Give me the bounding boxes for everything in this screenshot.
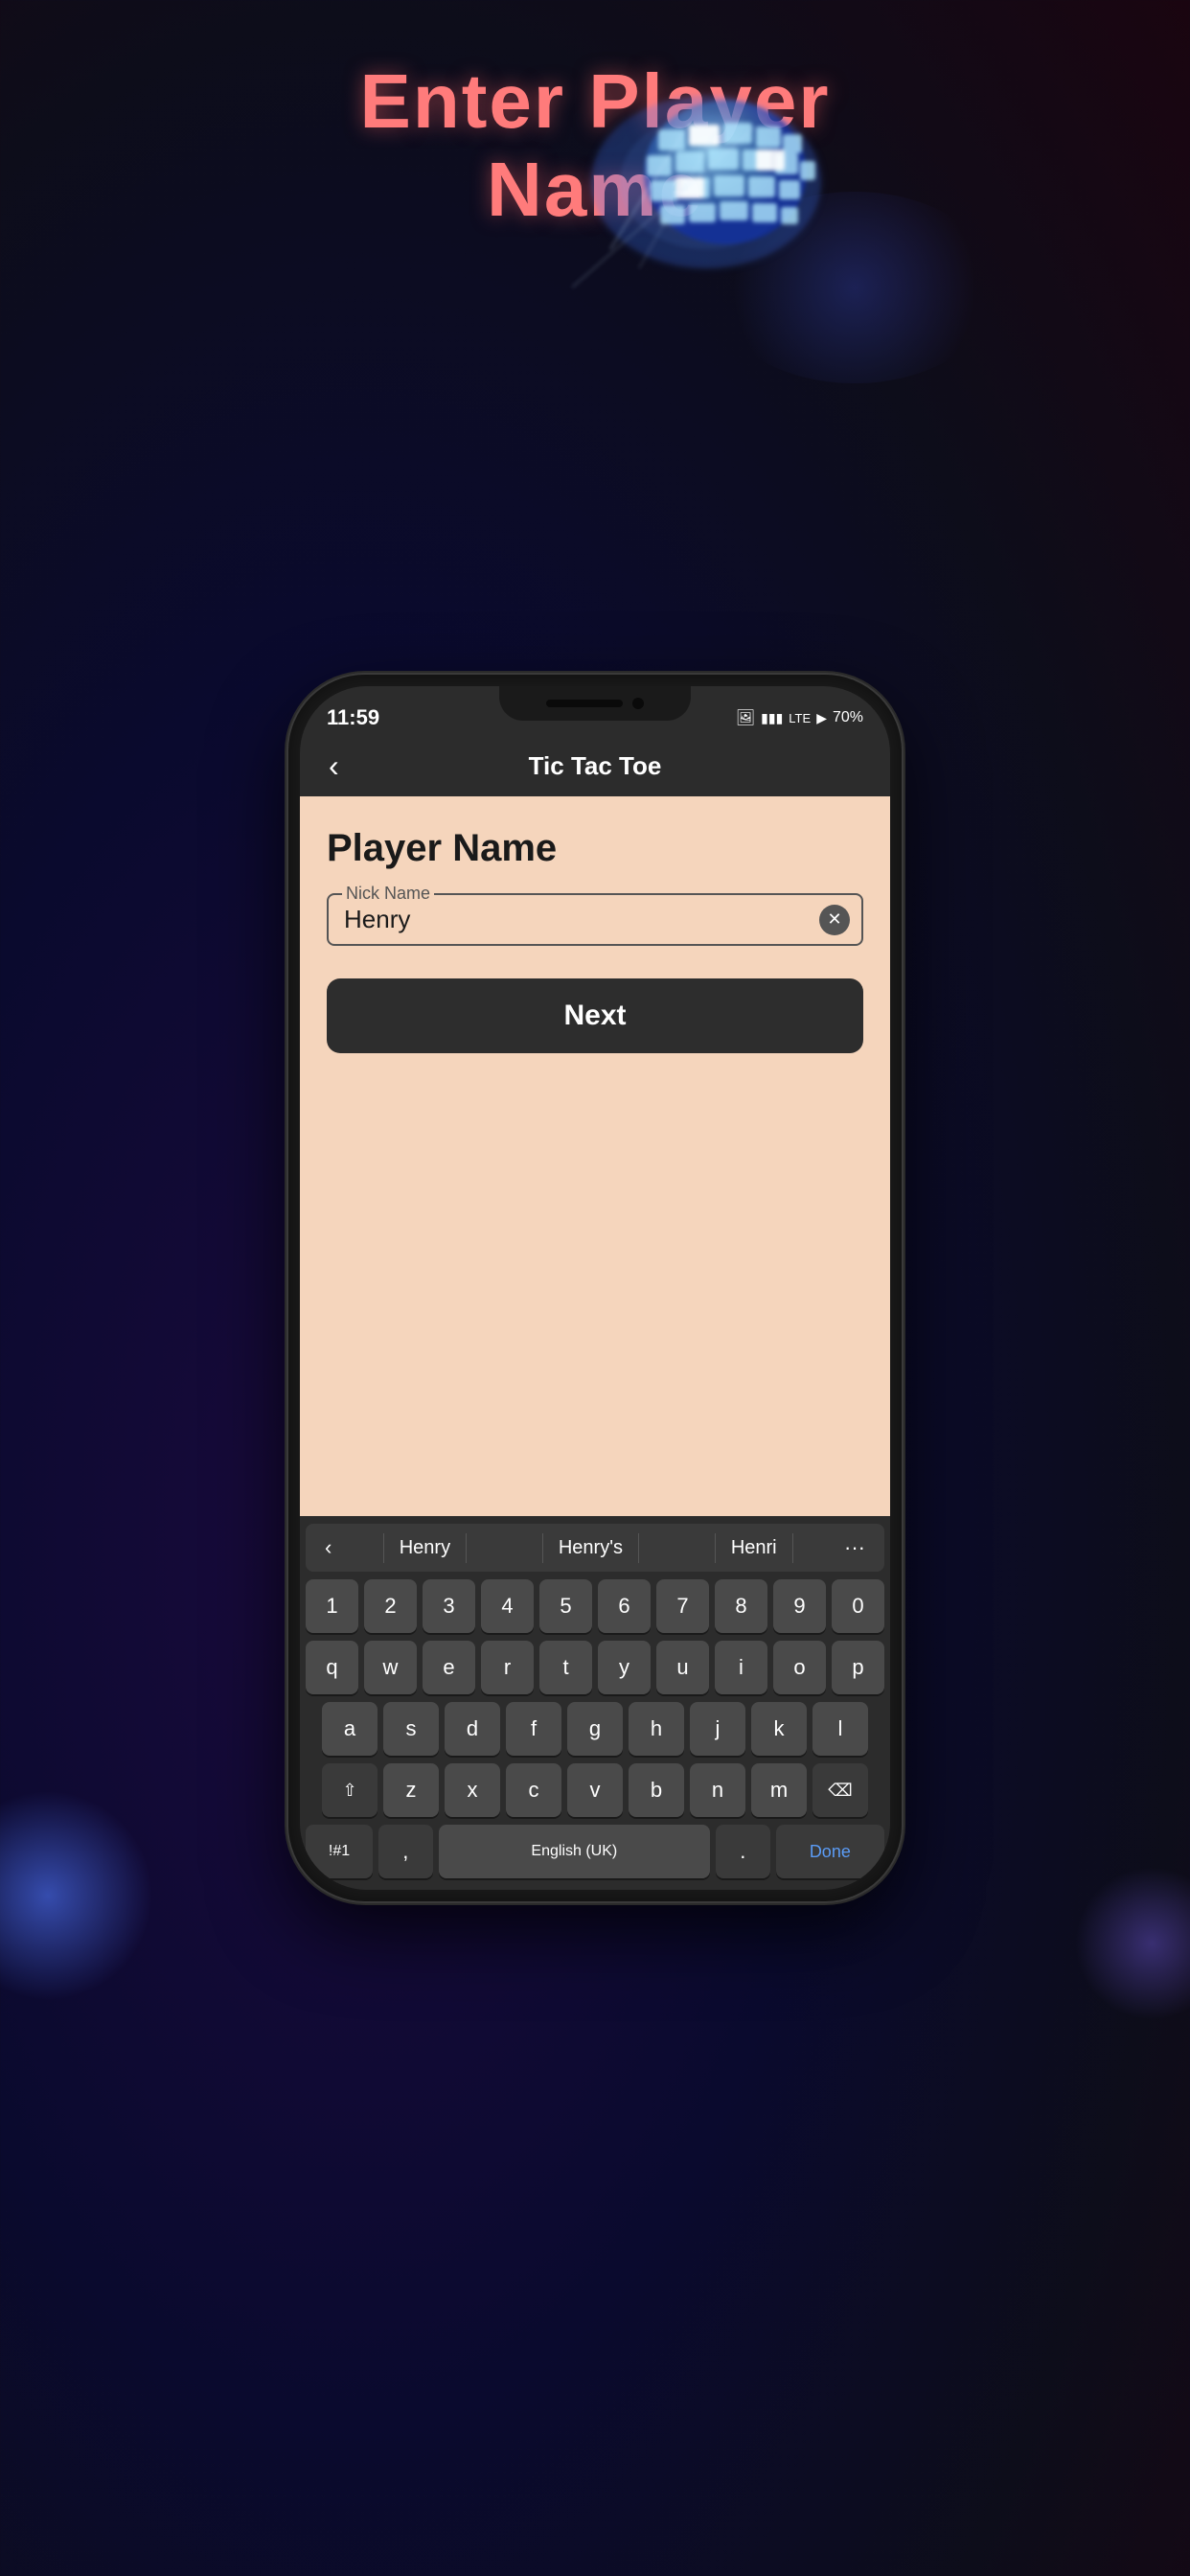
autocomplete-items: Henry Henry's Henri [345,1533,831,1563]
autocomplete-item-0[interactable]: Henry [383,1533,467,1563]
kb-row-zxcv: ⇧ z x c v b n m ⌫ [306,1763,884,1817]
lte-label: LTE [789,711,811,725]
kb-key-m[interactable]: m [751,1763,807,1817]
keyboard-rows: 1 2 3 4 5 6 7 8 9 0 q w e r t [306,1579,884,1878]
kb-row-numbers: 1 2 3 4 5 6 7 8 9 0 [306,1579,884,1633]
nickname-float-label: Nick Name [342,884,434,904]
camera [632,698,644,709]
phone-screen: 11:59 🖼 ▮▮▮ LTE ▶ 70% ‹ Tic Tac Toe Play… [300,686,890,1890]
kb-key-y[interactable]: y [598,1641,651,1694]
kb-key-l[interactable]: l [812,1702,868,1756]
kb-key-2[interactable]: 2 [364,1579,417,1633]
battery-label: 70% [833,709,863,726]
kb-key-p[interactable]: p [832,1641,884,1694]
kb-key-n[interactable]: n [690,1763,745,1817]
kb-done-key[interactable]: Done [776,1825,884,1878]
bg-glow-right [1075,1867,1190,2020]
kb-key-9[interactable]: 9 [773,1579,826,1633]
player-name-label: Player Name [327,827,863,870]
kb-key-4[interactable]: 4 [481,1579,534,1633]
kb-key-0[interactable]: 0 [832,1579,884,1633]
kb-row-qwerty: q w e r t y u i o p [306,1641,884,1694]
kb-shift-key[interactable]: ⇧ [322,1763,378,1817]
kb-key-o[interactable]: o [773,1641,826,1694]
kb-period-key[interactable]: . [716,1825,770,1878]
kb-key-5[interactable]: 5 [539,1579,592,1633]
kb-row-asdf: a s d f g h j k l [306,1702,884,1756]
signal-icon: ▮▮▮ [761,710,783,726]
kb-key-1[interactable]: 1 [306,1579,358,1633]
kb-key-3[interactable]: 3 [423,1579,475,1633]
kb-key-r[interactable]: r [481,1641,534,1694]
kb-sym-key[interactable]: !#1 [306,1825,373,1878]
kb-key-e[interactable]: e [423,1641,475,1694]
kb-key-h[interactable]: h [629,1702,684,1756]
kb-key-i[interactable]: i [715,1641,767,1694]
kb-key-s[interactable]: s [383,1702,439,1756]
kb-key-c[interactable]: c [506,1763,561,1817]
keyboard-area: ‹ Henry Henry's Henri ··· 1 2 3 4 5 6 [300,1516,890,1890]
status-icons: 🖼 ▮▮▮ LTE ▶ 70% [736,708,863,727]
back-button[interactable]: ‹ [319,745,349,788]
clear-input-button[interactable]: ✕ [819,905,850,935]
kb-key-k[interactable]: k [751,1702,807,1756]
kb-comma-key[interactable]: , [378,1825,433,1878]
status-time: 11:59 [327,705,379,730]
autocomplete-more-icon[interactable]: ··· [831,1531,879,1564]
app-header-title: Tic Tac Toe [529,751,662,781]
bg-glow-left [0,1790,153,2001]
content-area: Player Name Nick Name ✕ Next [300,796,890,1516]
kb-key-a[interactable]: a [322,1702,378,1756]
disco-ball [534,77,840,292]
kb-key-7[interactable]: 7 [656,1579,709,1633]
app-header: ‹ Tic Tac Toe [300,736,890,796]
kb-key-6[interactable]: 6 [598,1579,651,1633]
speaker [546,700,623,707]
kb-key-d[interactable]: d [445,1702,500,1756]
kb-key-u[interactable]: u [656,1641,709,1694]
kb-key-t[interactable]: t [539,1641,592,1694]
nickname-input-wrapper: Nick Name ✕ [327,893,863,946]
kb-key-j[interactable]: j [690,1702,745,1756]
kb-key-f[interactable]: f [506,1702,561,1756]
kb-key-q[interactable]: q [306,1641,358,1694]
notch [499,686,691,721]
wifi-icon: ▶ [816,710,827,726]
autocomplete-bar: ‹ Henry Henry's Henri ··· [306,1524,884,1572]
kb-key-w[interactable]: w [364,1641,417,1694]
gallery-icon: 🖼 [736,708,755,727]
phone-frame: 11:59 🖼 ▮▮▮ LTE ▶ 70% ‹ Tic Tac Toe Play… [288,675,902,1901]
kb-key-x[interactable]: x [445,1763,500,1817]
autocomplete-back-icon[interactable]: ‹ [311,1531,345,1564]
kb-row-bottom: !#1 , English (UK) . Done [306,1825,884,1878]
autocomplete-item-1[interactable]: Henry's [542,1533,639,1563]
next-button[interactable]: Next [327,978,863,1053]
kb-key-b[interactable]: b [629,1763,684,1817]
kb-key-v[interactable]: v [567,1763,623,1817]
kb-key-g[interactable]: g [567,1702,623,1756]
kb-key-8[interactable]: 8 [715,1579,767,1633]
autocomplete-item-2[interactable]: Henri [715,1533,793,1563]
kb-key-z[interactable]: z [383,1763,439,1817]
nickname-input[interactable] [344,905,846,934]
kb-backspace-key[interactable]: ⌫ [812,1763,868,1817]
kb-space-key[interactable]: English (UK) [439,1825,710,1878]
